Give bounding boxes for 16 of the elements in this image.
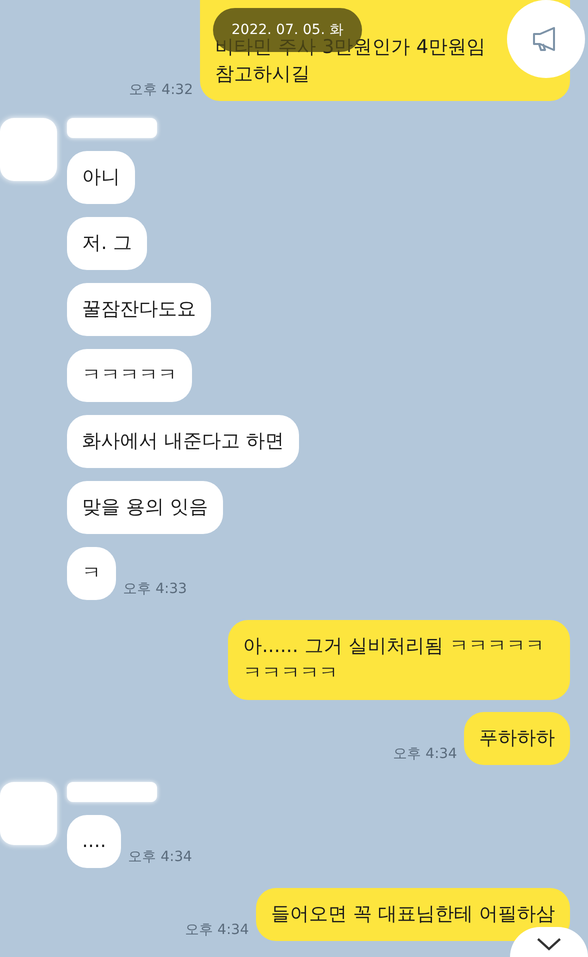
- message-time: 오후 4:34: [393, 745, 457, 764]
- message-time: 오후 4:33: [123, 580, 187, 599]
- message-time: 오후 4:32: [129, 81, 193, 100]
- message-bubble: ....: [67, 815, 122, 868]
- message-bubble: 맞을 용의 잇음: [67, 481, 224, 534]
- message-bubble: 푸하하하: [464, 712, 570, 765]
- message-bubble: ㅋ: [67, 547, 116, 600]
- message-bubble: 화사에서 내준다고 하면: [67, 415, 300, 468]
- message-bubble: 아니: [67, 151, 135, 204]
- message-bubble: 아...... 그거 실비처리됨 ㅋㅋㅋㅋㅋㅋㅋㅋㅋㅋ: [228, 620, 570, 700]
- message-bubble: 꿀잠잔다도요: [67, 283, 211, 336]
- message-bubble: ㅋㅋㅋㅋㅋ: [67, 349, 192, 402]
- message-bubble: 들어오면 꼭 대표님한테 어필하삼: [256, 888, 570, 941]
- message-bubble: 저. 그: [67, 217, 148, 270]
- message-time: 오후 4:34: [184, 921, 249, 940]
- message-time: 오후 4:34: [128, 848, 192, 867]
